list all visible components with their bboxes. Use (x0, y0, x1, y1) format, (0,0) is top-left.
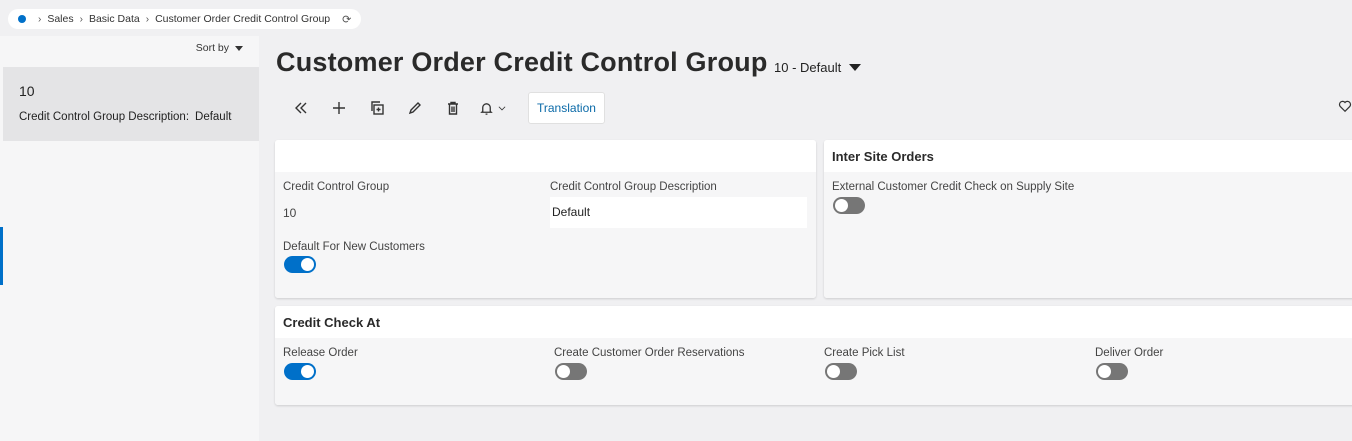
toggle-knob (827, 365, 840, 378)
collapse-button[interactable] (282, 93, 320, 123)
inter-site-orders-title: Inter Site Orders (824, 140, 1352, 172)
credit-check-at-title: Credit Check At (275, 306, 1352, 338)
bell-icon (480, 102, 493, 115)
duplicate-icon (371, 101, 384, 115)
home-dot-icon[interactable] (18, 15, 26, 23)
refresh-icon[interactable]: ⟳ (342, 13, 351, 26)
create-pick-list-label: Create Pick List (824, 347, 905, 359)
plus-icon (333, 102, 345, 114)
delete-button[interactable] (434, 93, 472, 123)
default-new-customers-toggle[interactable] (284, 256, 316, 273)
credit-control-group-label: Credit Control Group (283, 181, 390, 193)
toggle-knob (301, 258, 314, 271)
toggle-knob (557, 365, 570, 378)
list-item-id: 10 (19, 83, 35, 99)
description-field[interactable]: Default (550, 197, 807, 228)
chevron-right-icon: › (79, 13, 83, 25)
list-item-desc-label: Credit Control Group Description: (19, 111, 190, 123)
toggle-knob (301, 365, 314, 378)
notifications-button[interactable] (472, 93, 514, 123)
edit-button[interactable] (396, 93, 434, 123)
inter-site-orders-body: External Customer Credit Check on Supply… (824, 172, 1352, 298)
external-credit-check-toggle[interactable] (833, 197, 865, 214)
translation-button[interactable]: Translation (528, 92, 605, 124)
create-reservations-label: Create Customer Order Reservations (554, 347, 745, 359)
chevron-right-icon: › (38, 13, 42, 25)
double-chevron-left-icon (295, 102, 307, 114)
release-order-label: Release Order (283, 347, 358, 359)
credit-check-at-card: Credit Check At Release Order Create Cus… (275, 306, 1352, 405)
list-item[interactable]: 10 Credit Control Group Description: Defa… (3, 67, 259, 141)
breadcrumb-item-basic-data[interactable]: Basic Data (89, 13, 140, 25)
chevron-right-icon: › (145, 13, 150, 25)
general-card-body: Credit Control Group 10 Credit Control G… (275, 172, 816, 298)
record-selector-value: 10 - Default (774, 60, 842, 75)
sort-by-label: Sort by (195, 42, 229, 54)
default-new-customers-label: Default For New Customers (283, 241, 425, 253)
caret-down-icon (235, 45, 243, 51)
breadcrumb: › Sales › Basic Data › Customer Order Cr… (8, 9, 362, 29)
list-item-description: Credit Control Group Description: Default (19, 111, 259, 123)
deliver-order-toggle[interactable] (1096, 363, 1128, 380)
favorite-heart-icon[interactable] (1338, 99, 1352, 113)
toolbar: Translation (282, 92, 605, 124)
breadcrumb-item-sales[interactable]: Sales (47, 13, 73, 25)
page-title: Customer Order Credit Control Group (276, 47, 768, 77)
create-pick-list-toggle[interactable] (825, 363, 857, 380)
trash-icon (448, 101, 458, 115)
release-order-toggle[interactable] (284, 363, 316, 380)
panel-accent-bar (0, 227, 3, 285)
general-card: Credit Control Group 10 Credit Control G… (275, 140, 816, 298)
create-reservations-toggle[interactable] (555, 363, 587, 380)
new-button[interactable] (320, 93, 358, 123)
external-credit-check-label: External Customer Credit Check on Supply… (832, 181, 1075, 193)
record-list-panel: Sort by 10 Credit Control Group Descript… (0, 36, 259, 441)
general-card-header (275, 140, 816, 172)
top-bar: › Sales › Basic Data › Customer Order Cr… (0, 0, 1352, 36)
chevron-down-icon (498, 106, 506, 111)
credit-control-group-value: 10 (283, 206, 297, 220)
record-selector[interactable]: 10 - Default (774, 60, 862, 75)
credit-check-at-body: Release Order Create Customer Order Rese… (275, 338, 1352, 405)
toggle-knob (1098, 365, 1111, 378)
inter-site-orders-card: Inter Site Orders External Customer Cred… (824, 140, 1352, 298)
description-label: Credit Control Group Description (550, 181, 717, 193)
pencil-icon (408, 102, 421, 115)
caret-down-icon (849, 64, 862, 71)
sort-by-button[interactable]: Sort by (196, 42, 243, 54)
deliver-order-label: Deliver Order (1095, 347, 1164, 359)
list-item-desc-value: Default (195, 111, 232, 123)
duplicate-button[interactable] (358, 93, 396, 123)
toggle-knob (835, 199, 848, 212)
breadcrumb-item-current: Customer Order Credit Control Group (155, 13, 331, 25)
